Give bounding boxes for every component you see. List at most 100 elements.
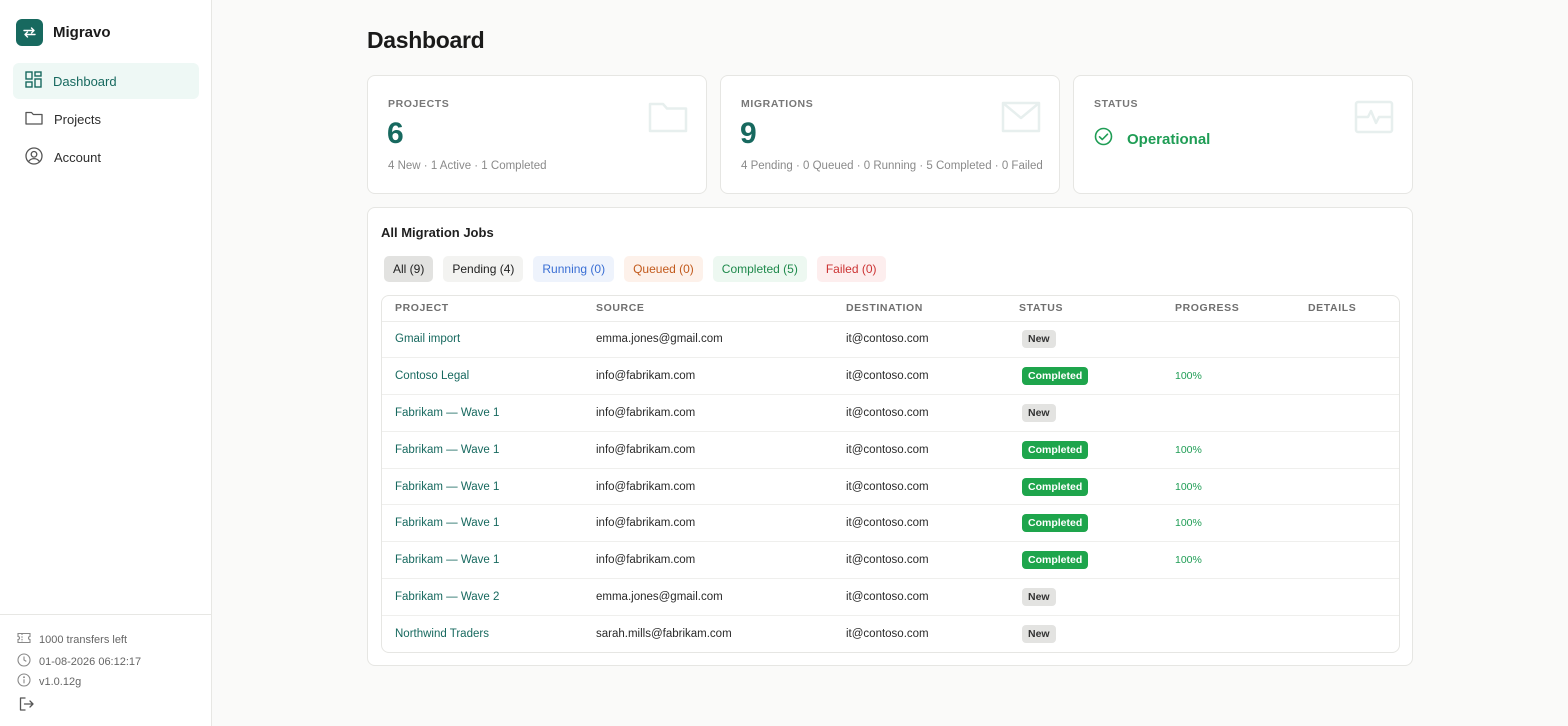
project-link[interactable]: Northwind Traders	[382, 615, 583, 652]
details-cell	[1295, 321, 1399, 359]
source-cell: emma.jones@gmail.com	[583, 578, 833, 616]
status-badge: New	[1022, 625, 1056, 644]
clock-icon	[17, 653, 31, 670]
sidebar-item-label: Account	[54, 149, 101, 165]
status-value: Operational	[1127, 130, 1211, 148]
filter-running[interactable]: Running (0)	[533, 256, 615, 282]
table-row[interactable]: Fabrikam — Wave 1 info@fabrikam.com it@con…	[382, 504, 1399, 543]
project-link[interactable]: Fabrikam — Wave 1	[382, 394, 583, 432]
check-circle-icon	[1094, 127, 1113, 151]
details-cell	[1295, 431, 1399, 469]
table-header: PROJECT SOURCE DESTINATION STATUS PROGRE…	[382, 296, 1399, 322]
source-cell: info@fabrikam.com	[583, 431, 833, 469]
details-cell	[1295, 578, 1399, 616]
destination-cell: it@contoso.com	[833, 431, 1006, 469]
source-cell: info@fabrikam.com	[583, 504, 833, 543]
column-header-progress[interactable]: PROGRESS	[1162, 296, 1295, 322]
progress-cell	[1162, 615, 1295, 652]
progress-cell: 100%	[1162, 504, 1295, 543]
sidebar-item-projects[interactable]: Projects	[13, 101, 199, 137]
progress-cell: 100%	[1162, 431, 1295, 469]
filter-pending[interactable]: Pending (4)	[443, 256, 524, 282]
transfers-text: 1000 transfers left	[39, 633, 128, 646]
table-row[interactable]: Fabrikam — Wave 1 info@fabrikam.com it@con…	[382, 431, 1399, 469]
table-row[interactable]: Fabrikam — Wave 1 info@fabrikam.com it@con…	[382, 541, 1399, 580]
project-link[interactable]: Contoso Legal	[382, 357, 583, 396]
column-header-status[interactable]: STATUS	[1006, 296, 1162, 322]
brand[interactable]: Migravo	[16, 19, 111, 46]
table-row[interactable]: Fabrikam — Wave 1 info@fabrikam.com it@con…	[382, 468, 1399, 506]
status-cell: Completed	[1006, 541, 1162, 580]
destination-cell: it@contoso.com	[833, 468, 1006, 506]
table-row[interactable]: Northwind Traders sarah.mills@fabrikam.co…	[382, 615, 1399, 652]
card-label: STATUS	[1094, 98, 1139, 110]
project-link[interactable]: Fabrikam — Wave 2	[382, 578, 583, 616]
sidebar-footer: 1000 transfers left 01-08-2026 06:12:17 …	[0, 614, 211, 726]
status-cell: New	[1006, 394, 1162, 432]
details-cell	[1295, 468, 1399, 506]
status-line: Operational	[1094, 127, 1210, 151]
sidebar-nav: Dashboard Projects Account	[13, 63, 199, 177]
page-title: Dashboard	[367, 27, 485, 53]
user-circle-icon	[25, 146, 43, 168]
source-cell: sarah.mills@fabrikam.com	[596, 628, 732, 641]
card-label: PROJECTS	[388, 98, 450, 110]
project-link[interactable]: Fabrikam — Wave 1	[382, 431, 583, 469]
mail-icon	[1001, 100, 1041, 139]
table-row[interactable]: Contoso Legal info@fabrikam.com it@contoso…	[382, 357, 1399, 396]
status-cell: New	[1006, 615, 1162, 652]
status-cell: New	[1006, 578, 1162, 616]
filter-all[interactable]: All (9)	[384, 256, 434, 282]
progress-cell: 100%	[1162, 357, 1295, 396]
sidebar-item-label: Projects	[54, 111, 101, 127]
filter-completed[interactable]: Completed (5)	[712, 256, 807, 282]
destination-cell: it@contoso.com	[833, 394, 1006, 432]
column-header-project[interactable]: PROJECT	[382, 296, 583, 322]
column-header-destination[interactable]: DESTINATION	[833, 296, 1006, 322]
status-badge: New	[1022, 587, 1056, 606]
details-cell	[1295, 541, 1399, 580]
sidebar: Migravo Dashboard Projects Account 1000 …	[0, 0, 212, 726]
project-link[interactable]: Fabrikam — Wave 1	[382, 504, 583, 543]
sidebar-item-label: Dashboard	[53, 73, 117, 89]
status-badge: Completed	[1022, 440, 1089, 459]
migrations-card: MIGRATIONS 9 4 Pending · 0 Queued · 0 Ru…	[720, 75, 1060, 194]
version-text: v1.0.12g	[39, 675, 82, 688]
swap-arrows-icon	[16, 19, 43, 46]
destination-cell: it@contoso.com	[833, 578, 1006, 616]
status-badge: Completed	[1022, 367, 1089, 386]
table-row[interactable]: Gmail import emma.jones@gmail.com it@conto…	[382, 321, 1399, 359]
destination-cell: it@contoso.com	[846, 628, 929, 641]
project-link[interactable]: Fabrikam — Wave 1	[382, 541, 583, 580]
destination-cell: it@contoso.com	[833, 357, 1006, 396]
progress-cell	[1162, 394, 1295, 432]
status-cell: Completed	[1006, 504, 1162, 543]
source-cell: emma.jones@gmail.com	[583, 321, 833, 359]
status-cell: Completed	[1006, 431, 1162, 469]
source-cell: info@fabrikam.com	[583, 357, 833, 396]
status-cell: Completed	[1006, 357, 1162, 396]
progress-cell: 100%	[1162, 468, 1295, 506]
projects-card: PROJECTS 6 4 New · 1 Active · 1 Complete…	[367, 75, 707, 194]
destination-cell: it@contoso.com	[833, 541, 1006, 580]
datetime-text: 01-08-2026 06:12:17	[39, 655, 142, 668]
sidebar-item-dashboard[interactable]: Dashboard	[13, 63, 199, 99]
filter-queued[interactable]: Queued (0)	[624, 256, 703, 282]
progress-cell	[1162, 578, 1295, 616]
jobs-title: All Migration Jobs	[381, 225, 494, 240]
column-header-source[interactable]: SOURCE	[583, 296, 833, 322]
sidebar-item-account[interactable]: Account	[13, 139, 199, 175]
project-link[interactable]: Fabrikam — Wave 1	[382, 468, 583, 506]
filter-failed[interactable]: Failed (0)	[816, 256, 886, 282]
project-link[interactable]: Gmail import	[382, 321, 583, 359]
folder-icon	[25, 110, 43, 129]
version-info: v1.0.12g	[17, 673, 81, 690]
transfers-left: 1000 transfers left	[17, 632, 127, 647]
table-row[interactable]: Fabrikam — Wave 1 info@fabrikam.com it@con…	[382, 394, 1399, 432]
status-badge: Completed	[1022, 514, 1089, 533]
table-row[interactable]: Fabrikam — Wave 2 emma.jones@gmail.com it@…	[382, 578, 1399, 616]
info-icon	[17, 673, 31, 690]
progress-cell: 100%	[1162, 541, 1295, 580]
logout-icon[interactable]	[19, 697, 34, 716]
source-cell: info@fabrikam.com	[583, 394, 833, 432]
